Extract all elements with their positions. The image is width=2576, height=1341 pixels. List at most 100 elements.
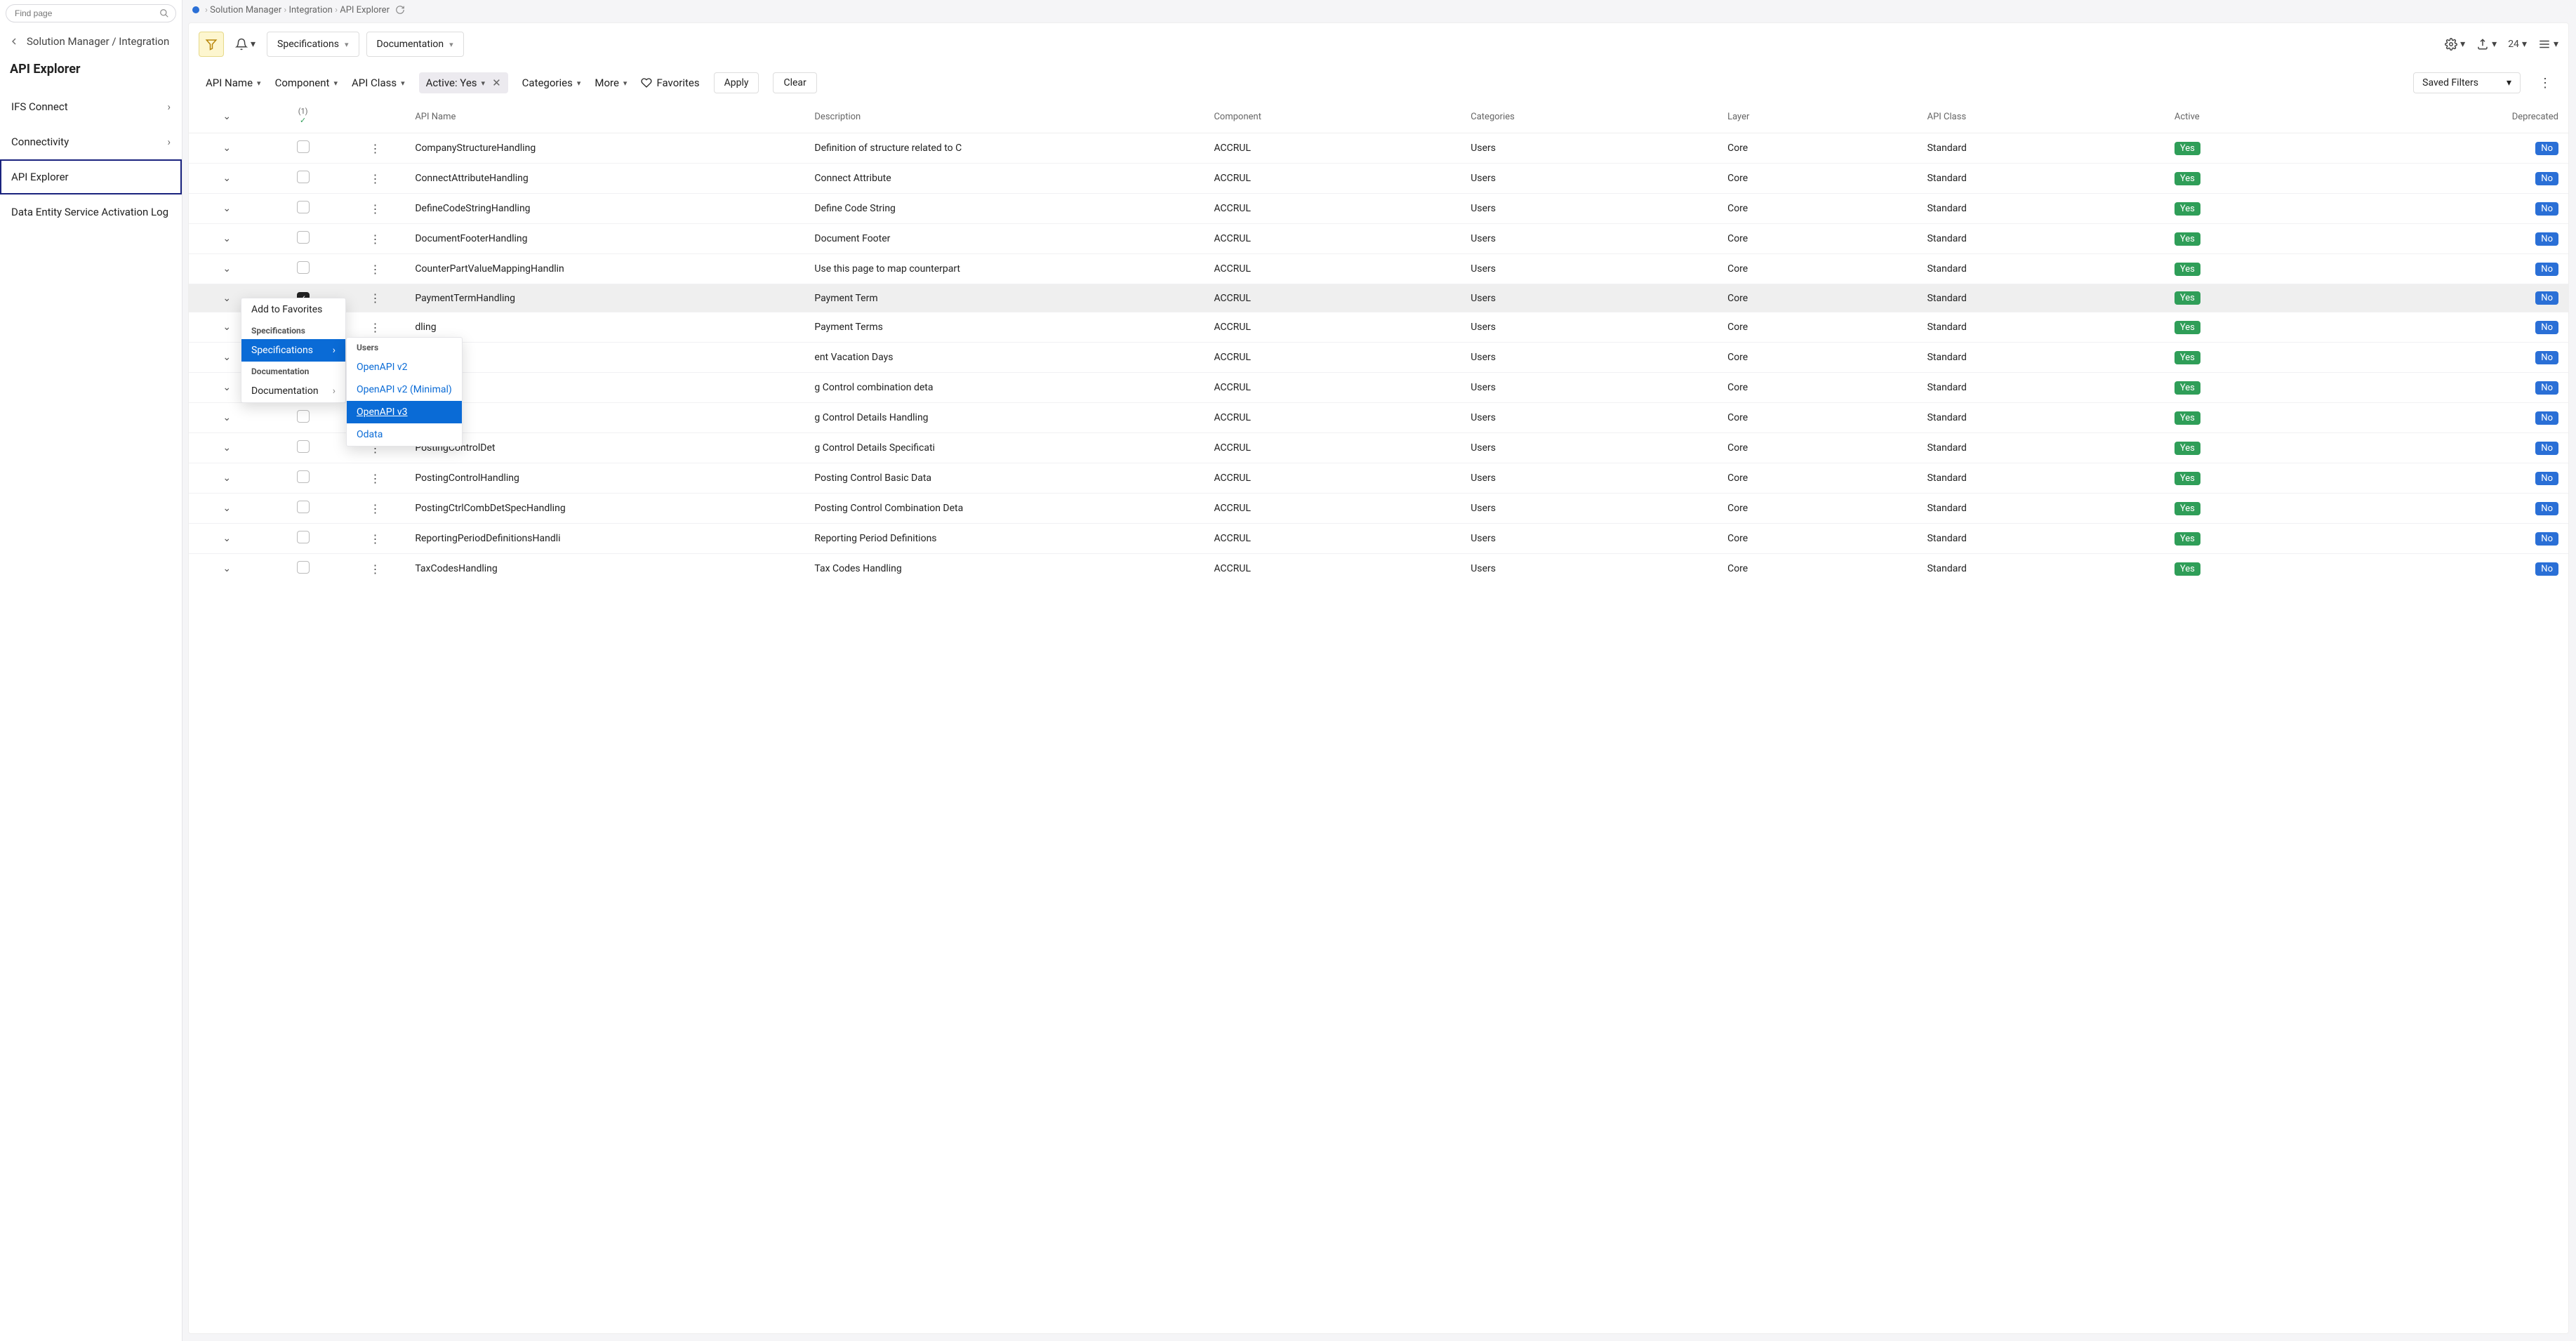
expand-row-icon[interactable]: ⌄: [223, 263, 231, 275]
clear-button[interactable]: Clear: [773, 72, 816, 93]
back-arrow-icon[interactable]: [8, 36, 20, 47]
expand-row-icon[interactable]: ⌄: [223, 442, 231, 454]
table-row[interactable]: ⌄⋮CounterPartValueMappingHandlinUse this…: [189, 254, 2568, 284]
list-view-button[interactable]: ▾: [2538, 38, 2558, 51]
filter-api-name[interactable]: API Name▾: [206, 77, 261, 89]
expand-row-icon[interactable]: ⌄: [223, 322, 231, 333]
row-checkbox[interactable]: [297, 470, 310, 483]
expand-row-icon[interactable]: ⌄: [223, 203, 231, 214]
row-menu-icon[interactable]: ⋮: [370, 263, 381, 276]
table-row[interactable]: ⌄⋮g Control combination detaACCRULUsersC…: [189, 373, 2568, 403]
specifications-dropdown[interactable]: Specifications ▾: [267, 32, 359, 57]
expand-row-icon[interactable]: ⌄: [223, 382, 231, 393]
expand-row-icon[interactable]: ⌄: [223, 412, 231, 423]
notifications-button[interactable]: ▾: [231, 34, 260, 55]
ctx-add-favorites[interactable]: Add to Favorites: [241, 298, 345, 321]
expand-row-icon[interactable]: ⌄: [223, 473, 231, 484]
row-menu-icon[interactable]: ⋮: [370, 291, 381, 305]
saved-filters-dropdown[interactable]: Saved Filters▾: [2413, 72, 2521, 93]
breadcrumb-item[interactable]: Integration: [288, 5, 332, 15]
table-row[interactable]: ⌄⋮ent Vacation DaysACCRULUsersCoreStanda…: [189, 343, 2568, 373]
row-checkbox[interactable]: [297, 140, 310, 153]
expand-row-icon[interactable]: ⌄: [223, 533, 231, 544]
table-row[interactable]: ⌄✓⋮PaymentTermHandlingPayment TermACCRUL…: [189, 284, 2568, 312]
row-checkbox[interactable]: [297, 261, 310, 274]
col-api-class[interactable]: API Class: [1922, 100, 2169, 133]
expand-row-icon[interactable]: ⌄: [223, 233, 231, 244]
filter-more[interactable]: More▾: [595, 77, 627, 89]
table-row[interactable]: ⌄⋮CompanyStructureHandlingDefinition of …: [189, 133, 2568, 164]
expand-row-icon[interactable]: ⌄: [223, 352, 231, 363]
breadcrumb-item[interactable]: Solution Manager: [210, 5, 281, 15]
table-row[interactable]: ⌄⋮PostingCtrlCombDetSpecHandlingPosting …: [189, 494, 2568, 524]
submenu-item-odata[interactable]: Odata: [347, 423, 462, 446]
filter-active-pill[interactable]: Active: Yes▾ ✕: [419, 72, 508, 93]
sidebar-item-connectivity[interactable]: Connectivity›: [0, 124, 182, 159]
table-row[interactable]: ⌄⋮ConnectAttributeHandlingConnect Attrib…: [189, 164, 2568, 194]
submenu-item-openapi-v3[interactable]: OpenAPI v3: [347, 401, 462, 423]
row-menu-icon[interactable]: ⋮: [370, 472, 381, 485]
refresh-icon[interactable]: [395, 5, 405, 15]
row-menu-icon[interactable]: ⋮: [370, 202, 381, 216]
table-row[interactable]: ⌄⋮PostingControlHandlingPosting Control …: [189, 463, 2568, 494]
table-row[interactable]: ⌄⋮DocumentFooterHandlingDocument FooterA…: [189, 224, 2568, 254]
row-checkbox[interactable]: [297, 501, 310, 513]
apply-button[interactable]: Apply: [714, 72, 759, 93]
filter-component[interactable]: Component▾: [275, 77, 338, 89]
table-row[interactable]: ⌄⋮PostingControlDetg Control Details Spe…: [189, 433, 2568, 463]
row-checkbox[interactable]: [297, 231, 310, 244]
row-checkbox[interactable]: [297, 201, 310, 213]
sidebar-item-ifs-connect[interactable]: IFS Connect›: [0, 89, 182, 124]
col-active[interactable]: Active: [2169, 100, 2416, 133]
row-menu-icon[interactable]: ⋮: [370, 142, 381, 155]
expand-row-icon[interactable]: ⌄: [223, 293, 231, 304]
expand-all-icon[interactable]: ⌄: [223, 111, 231, 122]
row-menu-icon[interactable]: ⋮: [370, 532, 381, 546]
breadcrumb-item[interactable]: API Explorer: [340, 5, 390, 15]
filter-api-class[interactable]: API Class▾: [352, 77, 405, 89]
favorites-button[interactable]: Favorites: [641, 77, 699, 89]
col-component[interactable]: Component: [1208, 100, 1465, 133]
search-icon[interactable]: [159, 8, 169, 18]
documentation-dropdown[interactable]: Documentation ▾: [366, 32, 464, 57]
table-row[interactable]: ⌄⋮TaxCodesHandlingTax Codes HandlingACCR…: [189, 554, 2568, 584]
filter-funnel-button[interactable]: [199, 32, 224, 57]
expand-row-icon[interactable]: ⌄: [223, 173, 231, 184]
col-categories[interactable]: Categories: [1465, 100, 1722, 133]
sidebar-item-data-entity-service-activation-log[interactable]: Data Entity Service Activation Log: [0, 194, 182, 230]
table-row[interactable]: ⌄⋮DefineCodeStringHandlingDefine Code St…: [189, 194, 2568, 224]
expand-row-icon[interactable]: ⌄: [223, 143, 231, 154]
row-checkbox[interactable]: [297, 561, 310, 574]
settings-button[interactable]: ▾: [2445, 38, 2465, 51]
row-menu-icon[interactable]: ⋮: [370, 232, 381, 246]
col-description[interactable]: Description: [809, 100, 1208, 133]
search-input[interactable]: [6, 4, 176, 22]
col-deprecated[interactable]: Deprecated: [2416, 100, 2568, 133]
table-row[interactable]: ⌄⋮dlingPayment TermsACCRULUsersCoreStand…: [189, 312, 2568, 343]
export-button[interactable]: ▾: [2476, 38, 2497, 51]
submenu-item-openapi-v2-minimal-[interactable]: OpenAPI v2 (Minimal): [347, 378, 462, 401]
row-menu-icon[interactable]: ⋮: [370, 172, 381, 185]
filter-menu-icon[interactable]: ⋮: [2539, 76, 2551, 91]
sidebar-item-api-explorer[interactable]: API Explorer: [0, 159, 182, 194]
row-count-button[interactable]: 24 ▾: [2508, 39, 2527, 50]
row-checkbox[interactable]: [297, 410, 310, 423]
home-dot-icon[interactable]: [192, 6, 199, 13]
row-checkbox[interactable]: [297, 440, 310, 453]
col-api-name[interactable]: API Name: [409, 100, 809, 133]
row-checkbox[interactable]: [297, 171, 310, 183]
row-menu-icon[interactable]: ⋮: [370, 562, 381, 576]
close-icon[interactable]: ✕: [492, 77, 501, 89]
filter-categories[interactable]: Categories▾: [522, 77, 581, 89]
expand-row-icon[interactable]: ⌄: [223, 563, 231, 574]
ctx-specifications[interactable]: Specifications ›: [241, 339, 345, 362]
table-row[interactable]: ⌄⋮ReportingPeriodDefinitionsHandliReport…: [189, 524, 2568, 554]
row-checkbox[interactable]: [297, 531, 310, 543]
col-selector-header[interactable]: (1) ✓: [265, 100, 340, 133]
row-menu-icon[interactable]: ⋮: [370, 321, 381, 334]
row-menu-icon[interactable]: ⋮: [370, 502, 381, 515]
col-layer[interactable]: Layer: [1722, 100, 1922, 133]
submenu-item-openapi-v2[interactable]: OpenAPI v2: [347, 356, 462, 378]
expand-row-icon[interactable]: ⌄: [223, 503, 231, 514]
ctx-documentation[interactable]: Documentation ›: [241, 380, 345, 402]
